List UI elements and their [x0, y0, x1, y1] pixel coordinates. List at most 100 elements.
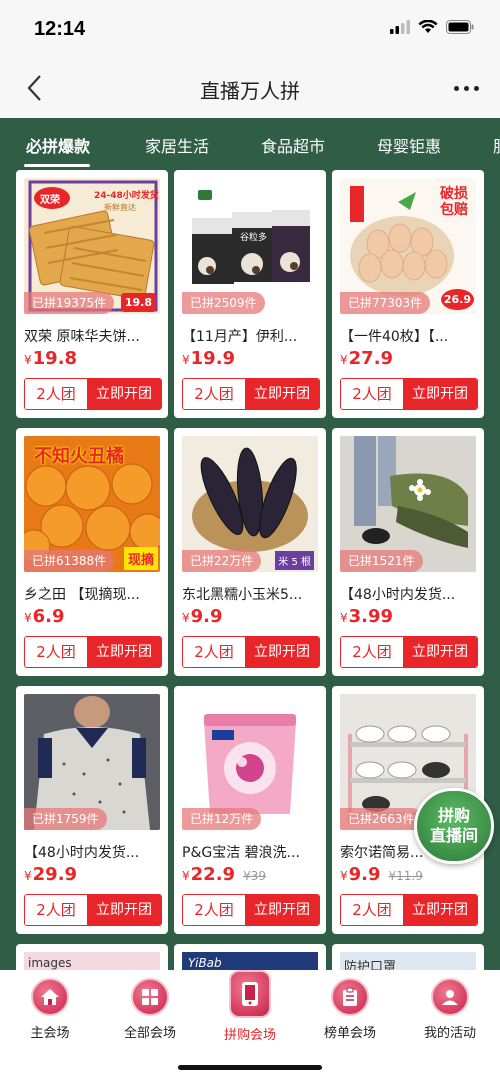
product-image[interactable]: 双荣 24-48小时发货 新鲜直达 19.8 已拼19375件 — [24, 178, 160, 314]
battery-icon — [446, 20, 474, 34]
phone-icon — [229, 970, 271, 1018]
image-price-tag: 19.8 — [120, 293, 156, 312]
product-title[interactable]: 双荣 原味华夫饼... — [24, 326, 162, 346]
product-card[interactable]: YiBab — [174, 944, 326, 970]
currency-symbol: ¥ — [340, 353, 348, 367]
two-person-group-button[interactable]: 2人团 — [341, 895, 403, 925]
product-card[interactable]: 米 5 根 已拼22万件 东北黑糯小玉米5... ¥9.9 2人团 立即开团 — [174, 428, 326, 676]
product-image[interactable]: YiBab — [182, 952, 318, 970]
two-person-group-button[interactable]: 2人团 — [25, 637, 87, 667]
home-indicator — [178, 1065, 322, 1070]
start-group-button[interactable]: 立即开团 — [245, 895, 319, 925]
two-person-group-button[interactable]: 2人团 — [25, 379, 87, 409]
product-card[interactable]: 谷粒多 已拼2509件 【11月产】伊利... ¥19.9 2人团 立即开团 — [174, 170, 326, 418]
two-person-group-button[interactable]: 2人团 — [25, 895, 87, 925]
product-title[interactable]: 【一件40枚】【... — [340, 326, 478, 346]
product-image[interactable]: 防护口罩 — [340, 952, 476, 970]
status-bar: 12:14 — [0, 0, 500, 58]
two-person-group-button[interactable]: 2人团 — [341, 637, 403, 667]
nav-label: 榜单会场 — [323, 1026, 376, 1041]
category-tabs: 必拼爆款 家居生活 食品超市 母婴钜惠 服 — [0, 118, 500, 170]
image-caption: 新鲜直达 — [104, 203, 136, 212]
two-person-group-button[interactable]: 2人团 — [341, 379, 403, 409]
signal-icon — [390, 20, 410, 34]
product-card[interactable]: 已拼1521件 【48小时内发货... ¥3.99 2人团 立即开团 — [332, 428, 484, 676]
image-caption: YiBab — [188, 956, 222, 970]
more-button[interactable] — [446, 72, 486, 104]
product-title[interactable]: 东北黑糯小玉米5... — [182, 584, 320, 604]
product-image[interactable]: 已拼12万件 — [182, 694, 318, 830]
product-card[interactable]: 已拼1759件 【48小时内发货... ¥29.9 2人团 立即开团 — [16, 686, 168, 934]
start-group-button[interactable]: 立即开团 — [245, 637, 319, 667]
tab-clothing[interactable]: 服 — [493, 133, 500, 157]
tab-baby[interactable]: 母婴钜惠 — [377, 133, 441, 157]
currency-symbol: ¥ — [182, 869, 190, 883]
user-icon — [431, 978, 469, 1016]
product-price: ¥9.9 ¥11.9 — [340, 864, 423, 885]
product-card[interactable]: 破损 包赔 26.9 已拼77303件 【一件40枚】【... ¥27.9 2人团… — [332, 170, 484, 418]
more-dot — [463, 85, 469, 91]
nav-item-all[interactable]: 全部会场 — [100, 978, 200, 1041]
tab-home-living[interactable]: 家居生活 — [145, 133, 209, 157]
price-value: 29.9 — [32, 864, 78, 885]
price-value: 6.9 — [32, 606, 65, 627]
product-image[interactable]: images — [24, 952, 160, 970]
product-title[interactable]: 【48小时内发货... — [340, 584, 478, 604]
caption-line: 破损 — [440, 186, 468, 202]
start-group-button[interactable]: 立即开团 — [403, 637, 477, 667]
two-person-group-button[interactable]: 2人团 — [183, 379, 245, 409]
product-image[interactable]: 已拼1521件 — [340, 436, 476, 572]
start-group-button[interactable]: 立即开团 — [87, 379, 161, 409]
product-image[interactable]: 不知火丑橘 现摘 已拼61388件 — [24, 436, 160, 572]
product-image[interactable]: 已拼1759件 — [24, 694, 160, 830]
page-title: 直播万人拼 — [200, 79, 300, 103]
status-time: 12:14 — [34, 18, 86, 40]
tab-food[interactable]: 食品超市 — [261, 133, 325, 157]
two-person-group-button[interactable]: 2人团 — [183, 895, 245, 925]
currency-symbol: ¥ — [24, 611, 32, 625]
start-group-button[interactable]: 立即开团 — [403, 379, 477, 409]
group-buy-buttons: 2人团 立即开团 — [24, 894, 162, 926]
image-caption: 防护口罩 — [344, 960, 397, 970]
product-card[interactable]: 双荣 24-48小时发货 新鲜直达 19.8 已拼19375件 双荣 原味华夫饼… — [16, 170, 168, 418]
product-title[interactable]: P&G宝洁 碧浪洗... — [182, 842, 320, 862]
product-card[interactable]: 不知火丑橘 现摘 已拼61388件 乡之田 【现摘现... ¥6.9 2人团 立… — [16, 428, 168, 676]
product-title[interactable]: 【48小时内发货... — [24, 842, 162, 862]
product-card[interactable]: 已拼12万件 P&G宝洁 碧浪洗... ¥22.9 ¥39 2人团 立即开团 — [174, 686, 326, 934]
nav-item-group-buy[interactable]: 拼购会场 — [200, 970, 300, 1043]
currency-symbol: ¥ — [182, 353, 190, 367]
two-person-group-button[interactable]: 2人团 — [183, 637, 245, 667]
start-group-button[interactable]: 立即开团 — [87, 895, 161, 925]
currency-symbol: ¥ — [24, 869, 32, 883]
image-price-tag: 26.9 — [440, 289, 474, 310]
joined-count: 已拼2663件 — [340, 808, 423, 830]
product-card[interactable]: images — [16, 944, 168, 970]
live-room-badge[interactable]: 拼购 直播间 — [414, 788, 494, 864]
tab-hot[interactable]: 必拼爆款 — [26, 133, 90, 157]
start-group-button[interactable]: 立即开团 — [245, 379, 319, 409]
group-buy-buttons: 2人团 立即开团 — [182, 378, 320, 410]
product-title[interactable]: 乡之田 【现摘现... — [24, 584, 162, 604]
group-buy-buttons: 2人团 立即开团 — [340, 378, 478, 410]
product-title[interactable]: 【11月产】伊利... — [182, 326, 320, 346]
start-group-button[interactable]: 立即开团 — [87, 637, 161, 667]
nav-header: 直播万人拼 — [0, 58, 500, 118]
product-image[interactable]: 米 5 根 已拼22万件 — [182, 436, 318, 572]
currency-symbol: ¥ — [340, 869, 348, 883]
product-card[interactable]: 防护口罩 — [332, 944, 484, 970]
group-buy-buttons: 2人团 立即开团 — [182, 894, 320, 926]
image-caption: images — [28, 956, 72, 970]
product-price: ¥3.99 — [340, 606, 393, 627]
nav-item-my-activity[interactable]: 我的活动 — [400, 978, 500, 1041]
product-image[interactable]: 谷粒多 已拼2509件 — [182, 178, 318, 314]
start-group-button[interactable]: 立即开团 — [403, 895, 477, 925]
image-caption: 破损 包赔 — [440, 186, 468, 218]
currency-symbol: ¥ — [24, 353, 32, 367]
product-price: ¥9.9 — [182, 606, 223, 627]
product-image[interactable]: 破损 包赔 26.9 已拼77303件 — [340, 178, 476, 314]
nav-item-main[interactable]: 主会场 — [0, 978, 100, 1041]
home-icon — [31, 978, 69, 1016]
nav-label: 全部会场 — [123, 1026, 176, 1041]
original-price: ¥39 — [243, 869, 266, 883]
nav-item-ranking[interactable]: 榜单会场 — [300, 978, 400, 1041]
